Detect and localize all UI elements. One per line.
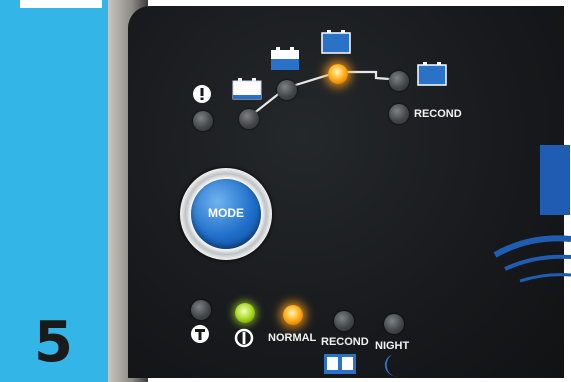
led-power-active bbox=[235, 303, 255, 323]
led-step-absorption bbox=[277, 80, 297, 100]
normal-label: NORMAL bbox=[268, 332, 317, 344]
led-step-bulk bbox=[239, 109, 259, 129]
charger-photo: 5 RECOND MODE NORMAL RECOND NIGHT bbox=[0, 0, 571, 382]
book-icon bbox=[324, 354, 356, 374]
moon-icon bbox=[384, 354, 398, 377]
wave-graphic bbox=[493, 235, 571, 283]
led-night bbox=[384, 314, 404, 334]
warning-icon bbox=[193, 85, 211, 103]
recond-label-top: RECOND bbox=[414, 108, 462, 120]
battery-icon-full bbox=[321, 30, 351, 54]
led-temperature bbox=[191, 300, 211, 320]
led-step-full-active bbox=[328, 64, 348, 84]
sidebar-tab bbox=[20, 0, 102, 8]
led-recond-bottom bbox=[334, 311, 354, 331]
battery-icon-maintenance bbox=[417, 62, 447, 86]
mode-button-label: MODE bbox=[208, 206, 244, 220]
power-icon bbox=[234, 328, 254, 348]
battery-icon-absorption bbox=[271, 47, 299, 70]
battery-icon-bulk bbox=[232, 78, 262, 100]
led-step-maintenance bbox=[389, 71, 409, 91]
night-label: NIGHT bbox=[375, 340, 410, 352]
thermometer-icon bbox=[191, 325, 209, 343]
led-normal-active bbox=[283, 305, 303, 325]
brand-logo-fragment bbox=[540, 145, 570, 215]
step-number: 5 bbox=[34, 310, 73, 375]
led-recond-top bbox=[389, 104, 409, 124]
recond-label-bottom: RECOND bbox=[321, 336, 369, 348]
led-error bbox=[193, 111, 213, 131]
